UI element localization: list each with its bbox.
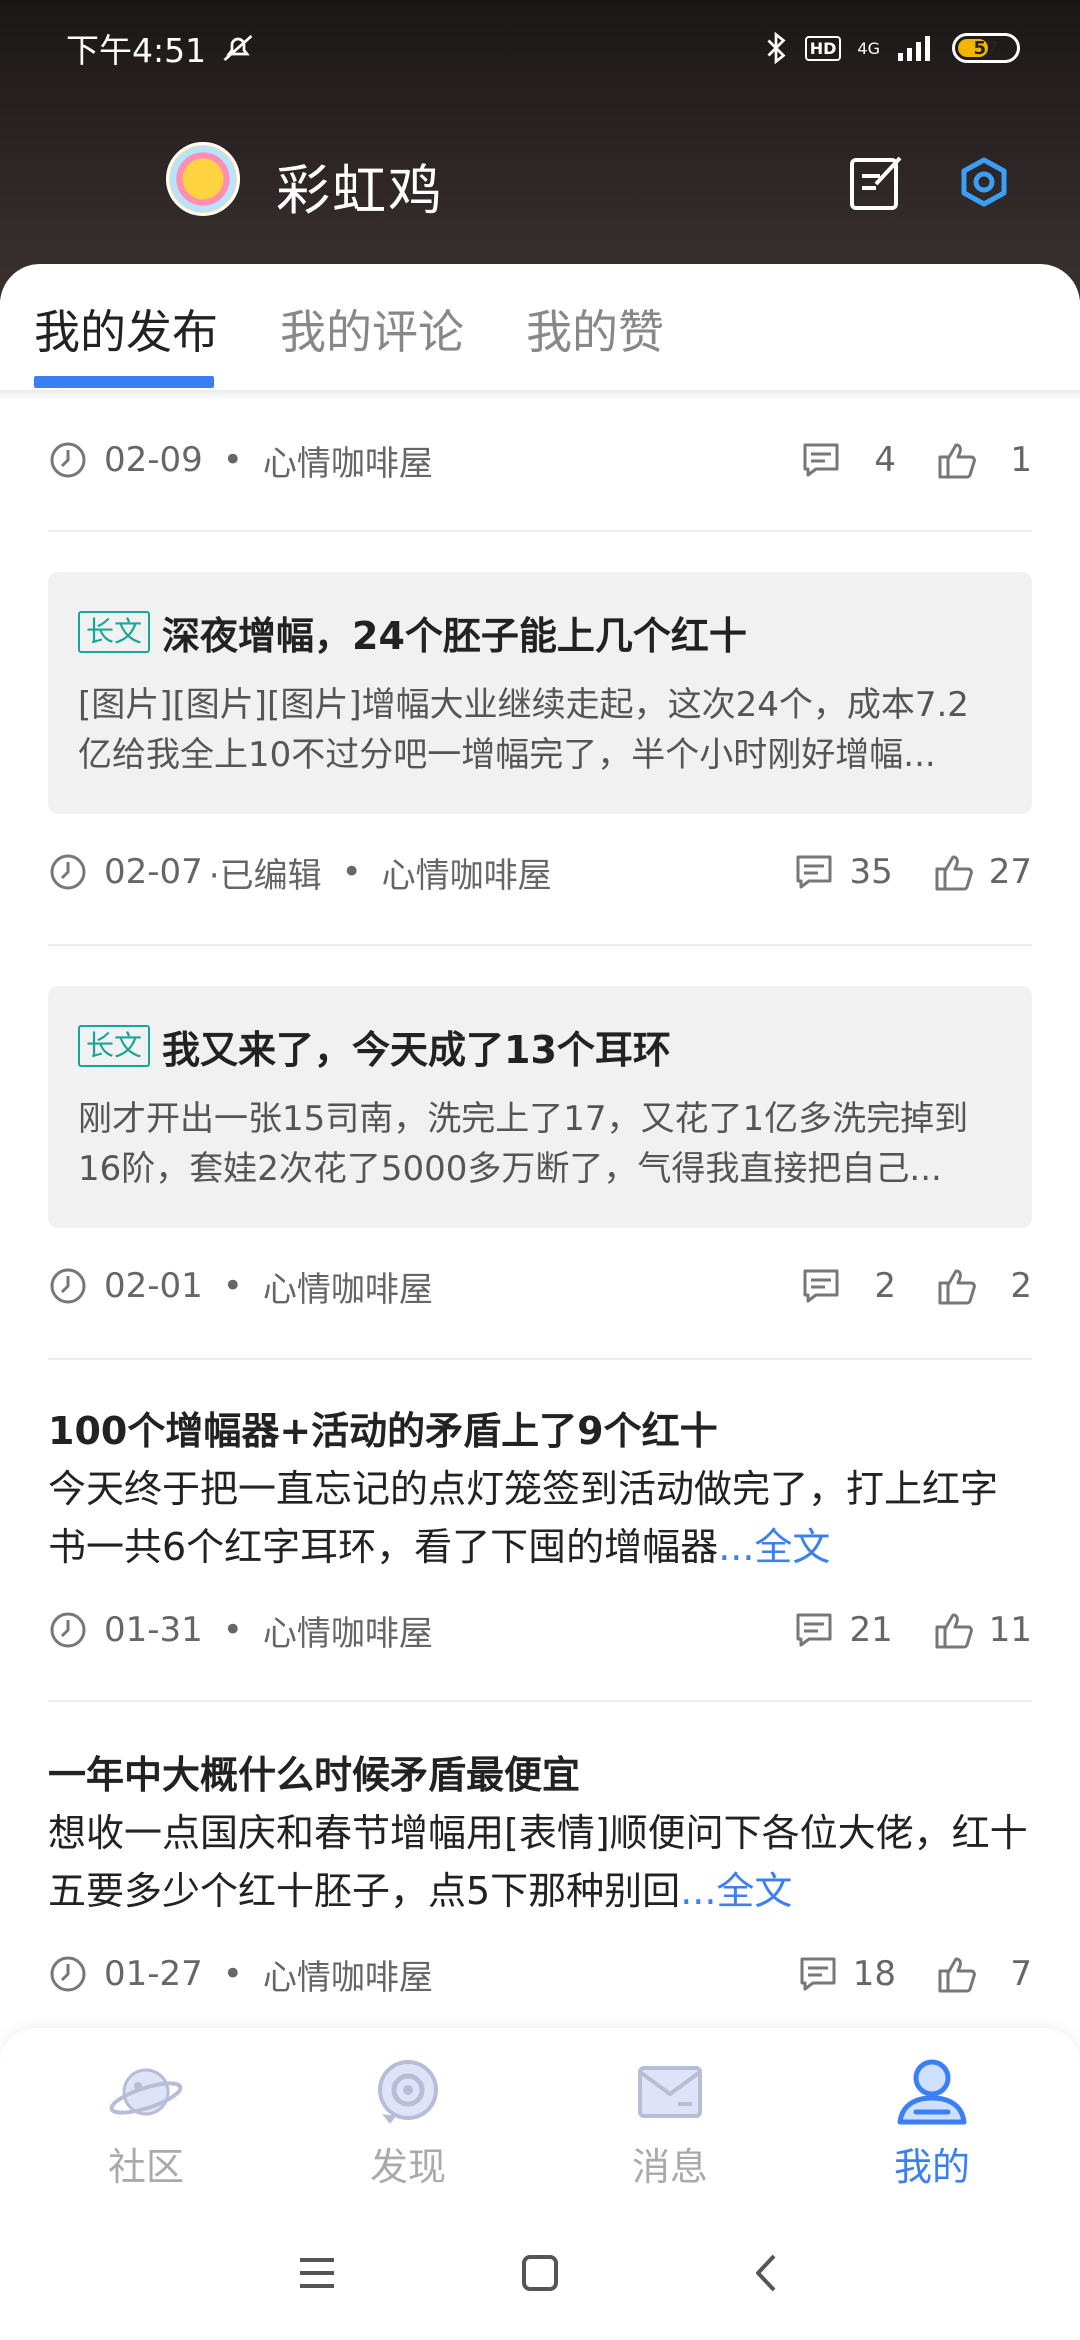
- post-title[interactable]: 一年中大概什么时候矛盾最便宜: [48, 1744, 580, 1799]
- mute-icon: [223, 34, 253, 62]
- post-date: 02-07: [104, 852, 203, 892]
- thumbs-up-icon: [935, 1613, 973, 1649]
- read-more-link[interactable]: ...全文: [718, 1525, 830, 1569]
- comment-count[interactable]: 35: [793, 851, 893, 893]
- long-post-tag: 长文: [78, 611, 151, 653]
- post-card[interactable]: 长文 我又来了，今天成了13个耳环 刚才开出一张15司南，洗完上了17，又花了1…: [48, 986, 1032, 1228]
- battery-level: 57: [973, 37, 999, 59]
- nav-me[interactable]: 我的: [862, 2052, 1002, 2191]
- profile-row: 彩虹鸡: [0, 130, 1080, 230]
- status-bar: 下午4:51 HD 4G 57: [0, 0, 1080, 96]
- comment-count[interactable]: 18: [797, 1953, 896, 1995]
- post-community[interactable]: 心情咖啡屋: [263, 436, 433, 485]
- comment-icon: [803, 443, 839, 477]
- profile-header: 下午4:51 HD 4G 57 彩虹鸡: [0, 0, 1080, 300]
- post-body[interactable]: 今天终于把一直忘记的点灯笼签到活动做完了，打上红字书一共6个红字耳环，看了下囤的…: [48, 1460, 1032, 1576]
- divider: [48, 530, 1032, 532]
- network-label: 4G: [857, 38, 880, 58]
- like-count[interactable]: 2: [936, 1265, 1032, 1307]
- battery-icon: 57: [952, 33, 1020, 63]
- post-body[interactable]: 想收一点国庆和春节增幅用[表情]顺便问下各位大佬，红十五要多少个红十胚子，点5下…: [48, 1804, 1032, 1920]
- post-meta: 02-01 • 心情咖啡屋 2 2: [48, 1256, 1032, 1316]
- like-count[interactable]: 7: [936, 1953, 1032, 1995]
- bottom-nav: 社区 发现 消息 我的: [0, 2028, 1080, 2208]
- post-meta: 02-09 • 心情咖啡屋 4 1: [48, 430, 1032, 490]
- thumbs-up-icon: [938, 1269, 976, 1305]
- divider: [48, 1700, 1032, 1702]
- thumbs-up-icon: [938, 443, 976, 479]
- avatar[interactable]: [166, 142, 240, 216]
- nav-discover[interactable]: 发现: [338, 2052, 478, 2191]
- comment-icon: [803, 1269, 839, 1303]
- post-body: [图片][图片][图片]增幅大业继续走起，这次24个，成本7.2亿给我全上10不…: [78, 685, 969, 775]
- comment-count[interactable]: 2: [800, 1265, 896, 1307]
- comment-icon: [800, 1957, 836, 1991]
- clock-icon: [50, 442, 86, 478]
- post-community[interactable]: 心情咖啡屋: [263, 1606, 433, 1655]
- signal-icon: [898, 36, 930, 61]
- post-title[interactable]: 100个增幅器+活动的矛盾上了9个红十: [48, 1400, 718, 1455]
- like-count[interactable]: 27: [933, 851, 1032, 893]
- post-date: 02-09: [104, 440, 203, 480]
- clock-icon: [50, 1956, 86, 1992]
- nav-messages[interactable]: 消息: [600, 2052, 740, 2191]
- tab-my-comments[interactable]: 我的评论: [280, 296, 464, 362]
- read-more-link[interactable]: ...全文: [680, 1869, 792, 1913]
- tab-my-posts[interactable]: 我的发布: [34, 296, 218, 362]
- post-community[interactable]: 心情咖啡屋: [263, 1950, 433, 1999]
- clock-icon: [50, 1612, 86, 1648]
- post-date: 02-01: [104, 1266, 203, 1306]
- username[interactable]: 彩虹鸡: [276, 146, 444, 225]
- tab-my-likes[interactable]: 我的赞: [526, 296, 664, 362]
- thumbs-up-icon: [935, 855, 973, 891]
- thumbs-up-icon: [938, 1957, 976, 1993]
- menu-icon[interactable]: [292, 2248, 342, 2298]
- post-meta: 02-07 ·已编辑 • 心情咖啡屋 35 27: [48, 842, 1032, 902]
- post-title: 我又来了，今天成了13个耳环: [162, 1027, 671, 1072]
- tab-bar: 我的发布 我的评论 我的赞: [0, 264, 1080, 394]
- like-count[interactable]: 1: [936, 439, 1032, 481]
- edited-label: ·已编辑: [208, 855, 322, 896]
- post-community[interactable]: 心情咖啡屋: [263, 1262, 433, 1311]
- comment-count[interactable]: 4: [800, 439, 896, 481]
- post-date: 01-27: [104, 1954, 203, 1994]
- hd-badge: HD: [804, 35, 842, 61]
- post-meta: 01-31 • 心情咖啡屋 21 11: [48, 1600, 1032, 1660]
- long-post-tag: 长文: [78, 1025, 151, 1067]
- tab-indicator: [34, 376, 214, 388]
- settings-icon[interactable]: [952, 150, 1016, 214]
- discover-icon: [378, 2060, 438, 2124]
- planet-icon: [109, 2068, 183, 2116]
- system-nav-bar: [0, 2208, 1080, 2340]
- divider: [48, 1358, 1032, 1360]
- comment-count[interactable]: 21: [793, 1609, 893, 1651]
- post-card[interactable]: 长文 深夜增幅，24个胚子能上几个红十 [图片][图片][图片]增幅大业继续走起…: [48, 572, 1032, 814]
- edit-icon[interactable]: [846, 150, 910, 214]
- comment-icon: [796, 1613, 832, 1647]
- post-community[interactable]: 心情咖啡屋: [382, 848, 552, 897]
- home-icon[interactable]: [515, 2248, 565, 2298]
- divider: [48, 944, 1032, 946]
- bluetooth-icon: [767, 31, 786, 65]
- comment-icon: [796, 855, 832, 889]
- profile-icon: [897, 2059, 967, 2125]
- mail-icon: [638, 2066, 702, 2118]
- status-time: 下午4:51: [66, 31, 207, 70]
- like-count[interactable]: 11: [933, 1609, 1032, 1651]
- post-body: 刚才开出一张15司南，洗完上了17，又花了1亿多洗完掉到16阶，套娃2次花了50…: [78, 1099, 969, 1189]
- tab-shadow: [0, 390, 1080, 400]
- clock-icon: [50, 1268, 86, 1304]
- back-icon[interactable]: [742, 2248, 792, 2298]
- post-meta: 01-27 • 心情咖啡屋 18 7: [48, 1944, 1032, 2004]
- nav-community[interactable]: 社区: [76, 2052, 216, 2191]
- clock-icon: [50, 854, 86, 890]
- post-date: 01-31: [104, 1610, 203, 1650]
- post-title: 深夜增幅，24个胚子能上几个红十: [162, 613, 747, 658]
